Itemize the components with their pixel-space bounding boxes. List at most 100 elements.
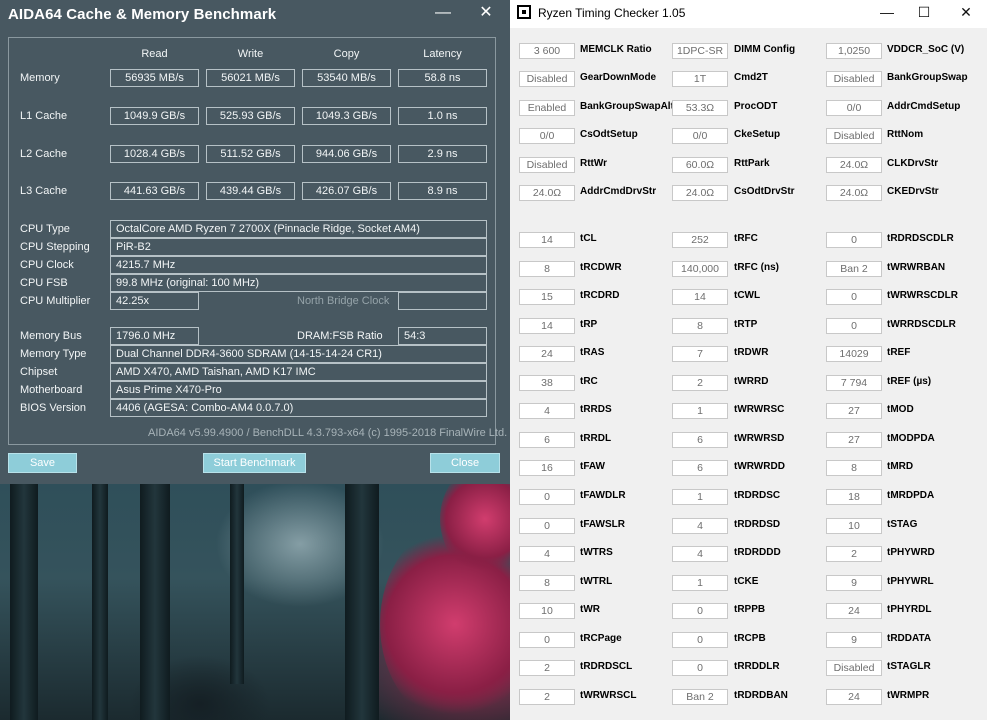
start-benchmark-button[interactable]: Start Benchmark [203, 453, 306, 473]
timing-value-field[interactable]: 24 [826, 688, 882, 705]
timing-value-field[interactable]: 15 [519, 289, 575, 306]
timing-value-field[interactable]: 2 [826, 546, 882, 563]
timing-value-field[interactable]: 60.0Ω [672, 156, 728, 173]
timing-value-field[interactable]: 2 [672, 374, 728, 391]
l1-write: 525.93 GB/s [206, 107, 295, 125]
timing-label: tRPPB [734, 604, 766, 616]
timing-value-field[interactable]: Enabled [519, 99, 575, 116]
timing-value-field[interactable]: 2 [519, 660, 575, 677]
memory-type-value: Dual Channel DDR4-3600 SDRAM (14-15-14-2… [110, 345, 487, 363]
timing-label: tPHYWRL [887, 575, 934, 587]
timing-value-field[interactable]: Disabled [519, 156, 575, 173]
timing-value-field[interactable]: 10 [519, 603, 575, 620]
timing-value-field[interactable]: 8 [672, 317, 728, 334]
timing-label: tWRWRDD [734, 461, 785, 473]
timing-value-field[interactable]: 4 [519, 546, 575, 563]
timing-value-field[interactable]: 0 [672, 603, 728, 620]
timing-value-field[interactable]: 0 [519, 631, 575, 648]
timing-value-field[interactable]: 0/0 [672, 128, 728, 145]
timing-value-field[interactable]: 24.0Ω [826, 156, 882, 173]
timing-value-field[interactable]: 0 [519, 489, 575, 506]
cpu-fsb-value: 99.8 MHz (original: 100 MHz) [110, 274, 487, 292]
minimize-button[interactable]: — [430, 2, 456, 26]
timing-value-field[interactable]: 9 [826, 631, 882, 648]
timing-value-field[interactable]: 1,0250 [826, 43, 882, 59]
timing-value-field[interactable]: 16 [519, 460, 575, 477]
timing-value-field[interactable]: 6 [519, 431, 575, 448]
save-button[interactable]: Save [8, 453, 77, 473]
l3-read: 441.63 GB/s [110, 182, 199, 200]
timing-label: GearDownMode [580, 72, 657, 84]
timing-value-field[interactable]: 24.0Ω [519, 185, 575, 201]
north-bridge-clock-label: North Bridge Clock [297, 295, 390, 307]
timing-value-field[interactable]: Disabled [826, 128, 882, 145]
timing-value-field[interactable]: 6 [672, 431, 728, 448]
timing-value-field[interactable]: Ban 2 [826, 260, 882, 277]
timing-value-field[interactable]: 6 [672, 460, 728, 477]
timing-value-field[interactable]: 53.3Ω [672, 99, 728, 116]
timing-value-field[interactable]: 8 [519, 260, 575, 277]
timing-value-field[interactable]: 27 [826, 403, 882, 420]
close-icon[interactable]: ✕ [943, 0, 987, 26]
timing-value-field[interactable]: 27 [826, 431, 882, 448]
timing-label: tREF (µs) [887, 375, 932, 387]
timing-value-field[interactable]: 4 [672, 546, 728, 563]
maximize-icon[interactable]: ☐ [901, 0, 947, 26]
timing-value-field[interactable]: 4 [672, 517, 728, 534]
timing-value-field[interactable]: 8 [826, 460, 882, 477]
timing-value-field[interactable]: 7 794 [826, 374, 882, 391]
timing-value-field[interactable]: 9 [826, 574, 882, 591]
timing-value-field[interactable]: 4 [519, 403, 575, 420]
timing-value-field[interactable]: Disabled [826, 71, 882, 88]
timing-value-field[interactable]: 8 [519, 574, 575, 591]
close-button[interactable]: Close [430, 453, 500, 473]
timing-value-field[interactable]: 2 [519, 688, 575, 705]
timing-label: tPHYRDL [887, 604, 932, 616]
timing-value-field[interactable]: 24.0Ω [672, 185, 728, 201]
timing-value-field[interactable]: 14 [672, 289, 728, 306]
timing-value-field[interactable]: 7 [672, 346, 728, 363]
timing-value-field[interactable]: 140,000 [672, 260, 728, 277]
timing-value-field[interactable]: 0 [672, 660, 728, 677]
timing-value-field[interactable]: 0 [826, 232, 882, 248]
timing-value-field[interactable]: 14 [519, 232, 575, 248]
timing-value-field[interactable]: 18 [826, 489, 882, 506]
rtc-titlebar[interactable]: Ryzen Timing Checker 1.05 — ☐ ✕ [510, 0, 987, 28]
timing-label: tWR [580, 604, 600, 616]
timing-value-field[interactable]: 24 [826, 603, 882, 620]
timing-value-field[interactable]: 1T [672, 71, 728, 88]
memory-latency: 58.8 ns [398, 69, 487, 87]
timing-value-field[interactable]: 0 [826, 317, 882, 334]
timing-label: DIMM Config [734, 44, 796, 55]
timing-value-field[interactable]: Ban 2 [672, 688, 728, 705]
timing-value-field[interactable]: 1 [672, 489, 728, 506]
timing-value-field[interactable]: 10 [826, 517, 882, 534]
close-icon[interactable]: ✕ [473, 2, 499, 26]
timing-value-field[interactable]: Disabled [826, 660, 882, 677]
timing-value-field[interactable]: 14029 [826, 346, 882, 363]
timing-value-field[interactable]: 1 [672, 403, 728, 420]
timing-value-field[interactable]: 38 [519, 374, 575, 391]
timing-value-field[interactable]: 24.0Ω [826, 185, 882, 201]
timing-label: BankGroupSwapAlt [580, 100, 674, 112]
cpu-fsb-label: CPU FSB [20, 277, 68, 289]
memory-write: 56021 MB/s [206, 69, 295, 87]
timing-value-field[interactable]: 1DPC-SR [672, 43, 728, 59]
aida-titlebar[interactable]: AIDA64 Cache & Memory Benchmark — ✕ [0, 0, 510, 30]
timing-value-field[interactable]: Disabled [519, 71, 575, 88]
aida-window: AIDA64 Cache & Memory Benchmark — ✕ Read… [0, 0, 510, 484]
timing-value-field[interactable]: 0 [826, 289, 882, 306]
timing-value-field[interactable]: 0 [672, 631, 728, 648]
timing-label: tRDRDSD [734, 518, 781, 530]
timing-value-field[interactable]: 14 [519, 317, 575, 334]
timing-value-field[interactable]: 252 [672, 232, 728, 248]
timing-value-field[interactable]: 3 600 [519, 43, 575, 59]
timing-label: tWRRDSCDLR [887, 318, 956, 330]
timing-value-field[interactable]: 24 [519, 346, 575, 363]
timing-value-field[interactable]: 0 [519, 517, 575, 534]
timing-label: tSTAG [887, 518, 918, 530]
timing-value-field[interactable]: 1 [672, 574, 728, 591]
timing-value-field[interactable]: 0/0 [826, 99, 882, 116]
timing-value-field[interactable]: 0/0 [519, 128, 575, 145]
cpu-type-label: CPU Type [20, 223, 70, 235]
